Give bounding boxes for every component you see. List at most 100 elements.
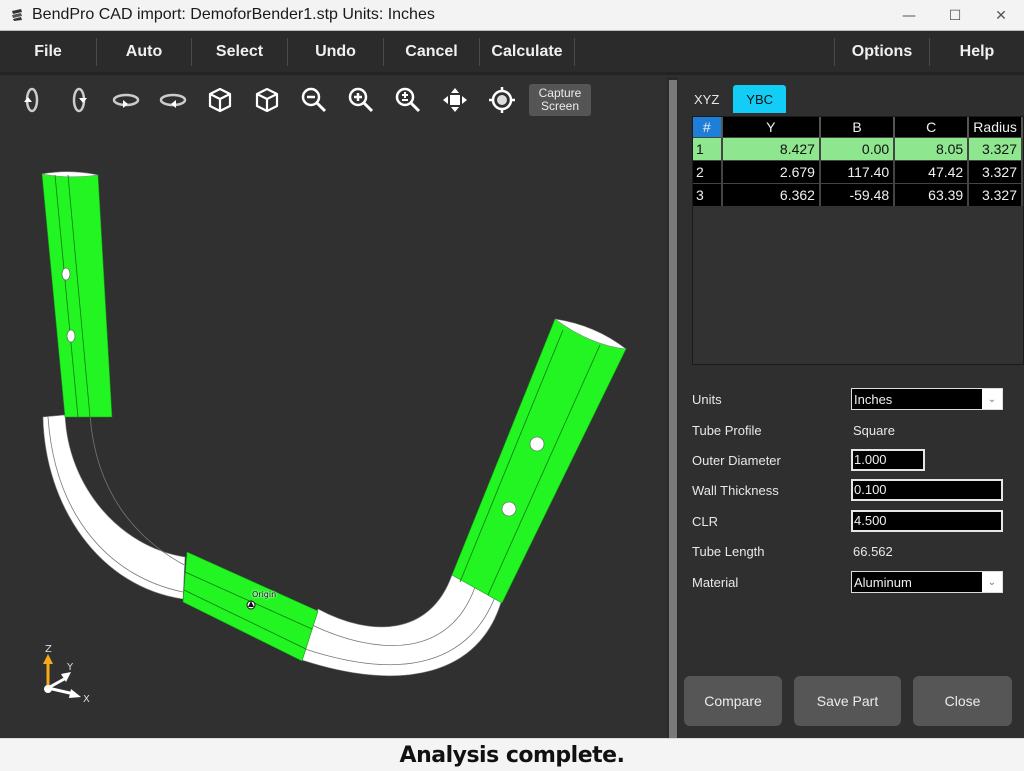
zoom-out-icon bbox=[301, 87, 326, 113]
cell-number[interactable]: 1 bbox=[693, 136, 723, 160]
straight-segment-3[interactable] bbox=[451, 318, 627, 604]
hole bbox=[501, 501, 517, 517]
tube-length-label: Tube Length bbox=[692, 543, 765, 559]
capture-label-line2: Screen bbox=[540, 99, 580, 113]
cell-number[interactable]: 3 bbox=[693, 182, 723, 206]
menu-options[interactable]: Options bbox=[835, 30, 929, 74]
rotate-right-icon bbox=[72, 87, 87, 113]
header-radius[interactable]: Radius bbox=[968, 117, 1023, 137]
rotate-right-button[interactable] bbox=[55, 83, 102, 117]
cell-c[interactable]: 8.05 bbox=[894, 136, 970, 160]
spin-right-icon bbox=[159, 93, 186, 108]
view-right-button[interactable] bbox=[243, 83, 290, 117]
table-row[interactable]: 2 2.679 117.40 47.42 3.327 bbox=[693, 159, 1023, 183]
minimize-icon: — bbox=[902, 7, 916, 24]
menu-cancel[interactable]: Cancel bbox=[384, 30, 479, 74]
model-viewport[interactable]: Origin Z Y X Capture Screen bbox=[0, 77, 667, 738]
chevron-down-icon: ⌄ bbox=[982, 389, 1002, 409]
cell-b[interactable]: 0.00 bbox=[819, 136, 896, 160]
maximize-button[interactable]: ☐ bbox=[932, 0, 978, 31]
cell-radius[interactable]: 3.327 bbox=[968, 159, 1023, 183]
menu-auto[interactable]: Auto bbox=[97, 30, 191, 74]
material-select[interactable]: Aluminum ⌄ bbox=[851, 571, 1003, 593]
bend-data-panel: XYZ YBC # Y B C Radius 1 8.427 0.00 8.05 bbox=[678, 77, 1024, 738]
title-bar: BendPro CAD import: DemoforBender1.stp U… bbox=[0, 0, 1024, 31]
zoom-fit-button[interactable] bbox=[384, 83, 431, 117]
menu-help[interactable]: Help bbox=[930, 30, 1024, 74]
tab-xyz[interactable]: XYZ bbox=[686, 85, 727, 113]
menu-undo[interactable]: Undo bbox=[288, 30, 383, 74]
cell-y[interactable]: 6.362 bbox=[721, 182, 821, 206]
zoom-out-button[interactable] bbox=[290, 83, 337, 117]
hole bbox=[61, 267, 71, 281]
header-c[interactable]: C bbox=[894, 117, 970, 137]
cell-radius[interactable]: 3.327 bbox=[968, 136, 1023, 160]
close-button[interactable]: Close bbox=[913, 676, 1012, 726]
menu-separator bbox=[574, 37, 575, 66]
table-row[interactable]: 1 8.427 0.00 8.05 3.327 bbox=[693, 136, 1023, 160]
wall-thickness-input[interactable]: 0.100 bbox=[851, 479, 1003, 501]
coordinate-tabs: XYZ YBC bbox=[686, 85, 787, 113]
window-title: BendPro CAD import: DemoforBender1.stp U… bbox=[32, 6, 435, 23]
cell-radius[interactable]: 3.327 bbox=[968, 182, 1023, 206]
splitter-handle[interactable] bbox=[669, 80, 677, 738]
spin-left-icon bbox=[112, 93, 139, 108]
pan-icon bbox=[442, 88, 467, 112]
units-label: Units bbox=[692, 391, 722, 407]
action-buttons: Compare Save Part Close bbox=[684, 676, 1012, 726]
cell-number[interactable]: 2 bbox=[693, 159, 723, 183]
header-y[interactable]: Y bbox=[721, 117, 821, 137]
straight-segment-1[interactable] bbox=[41, 173, 113, 418]
tube-profile-label: Tube Profile bbox=[692, 422, 762, 438]
close-window-button[interactable]: ✕ bbox=[978, 0, 1024, 31]
outer-diameter-input[interactable]: 1.000 bbox=[851, 449, 925, 471]
zoom-fit-icon bbox=[395, 87, 420, 113]
table-header-row: # Y B C Radius bbox=[693, 117, 1023, 137]
view-left-button[interactable] bbox=[196, 83, 243, 117]
center-view-button[interactable] bbox=[478, 83, 525, 117]
cell-c[interactable]: 47.42 bbox=[894, 159, 970, 183]
header-number[interactable]: # bbox=[693, 117, 723, 137]
cell-b[interactable]: 117.40 bbox=[819, 159, 896, 183]
cell-b[interactable]: -59.48 bbox=[819, 182, 896, 206]
clr-label: CLR bbox=[692, 513, 719, 529]
spin-right-button[interactable] bbox=[149, 83, 196, 117]
app-logo-icon bbox=[12, 9, 22, 21]
zoom-in-button[interactable] bbox=[337, 83, 384, 117]
tab-ybc[interactable]: YBC bbox=[733, 85, 787, 113]
cell-c[interactable]: 63.39 bbox=[894, 182, 970, 206]
table-row[interactable]: 3 6.362 -59.48 63.39 3.327 bbox=[693, 182, 1023, 206]
bend-segment-1[interactable] bbox=[42, 414, 186, 600]
save-part-button[interactable]: Save Part bbox=[794, 676, 901, 726]
zoom-in-icon bbox=[348, 87, 373, 113]
menu-file[interactable]: File bbox=[0, 30, 96, 74]
view-toolbar: Capture Screen bbox=[8, 83, 591, 117]
hole bbox=[529, 436, 545, 452]
menu-select[interactable]: Select bbox=[192, 30, 287, 74]
compare-button[interactable]: Compare bbox=[684, 676, 782, 726]
outer-diameter-label: Outer Diameter bbox=[692, 452, 781, 468]
view-cube-right-icon bbox=[255, 87, 278, 113]
units-select[interactable]: Inches ⌄ bbox=[851, 388, 1003, 410]
tube-profile-row: Tube Profile Square bbox=[692, 418, 1018, 442]
axis-z-label: Z bbox=[45, 644, 52, 655]
status-bar: Analysis complete. bbox=[0, 738, 1024, 771]
spin-left-button[interactable] bbox=[102, 83, 149, 117]
capture-screen-button[interactable]: Capture Screen bbox=[529, 84, 591, 116]
rotate-left-button[interactable] bbox=[8, 83, 55, 117]
pan-button[interactable] bbox=[431, 83, 478, 117]
clr-input[interactable]: 4.500 bbox=[851, 510, 1003, 532]
outer-diameter-row: Outer Diameter 1.000 bbox=[692, 448, 1018, 472]
cell-y[interactable]: 2.679 bbox=[721, 159, 821, 183]
minimize-button[interactable]: — bbox=[886, 0, 932, 31]
header-b[interactable]: B bbox=[819, 117, 896, 137]
menu-calculate[interactable]: Calculate bbox=[480, 30, 574, 74]
cell-y[interactable]: 8.427 bbox=[721, 136, 821, 160]
center-target-icon bbox=[488, 87, 515, 113]
axis-x-label: X bbox=[83, 694, 90, 702]
tube-length-row: Tube Length 66.562 bbox=[692, 539, 1018, 563]
bend-segment-2[interactable] bbox=[301, 574, 503, 676]
close-icon: ✕ bbox=[995, 7, 1007, 24]
menu-bar: File Auto Select Undo Cancel Calculate O… bbox=[0, 31, 1024, 75]
clr-row: CLR 4.500 bbox=[692, 509, 1018, 533]
